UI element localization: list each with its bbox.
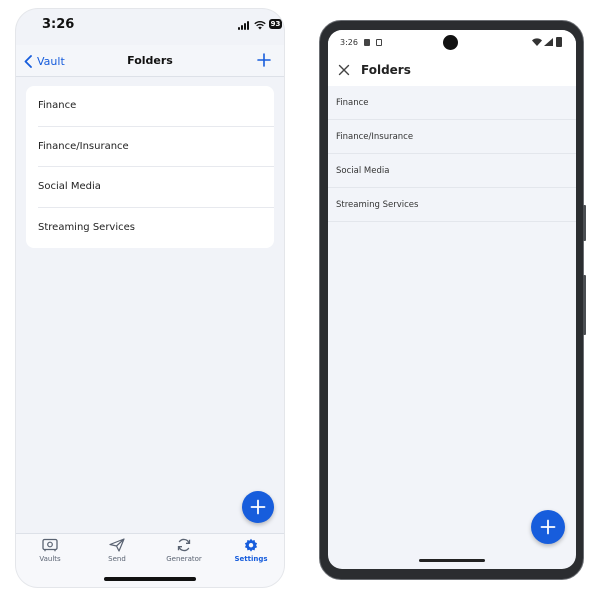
ios-screen: 3:26 93 Vault Folders Finance Finance/In… <box>16 9 284 587</box>
settings-icon <box>244 538 258 552</box>
plus-icon <box>540 519 556 535</box>
ios-status-time: 3:26 <box>42 17 75 32</box>
folder-item[interactable]: Finance <box>328 86 576 120</box>
tab-vaults[interactable]: Vaults <box>17 538 83 563</box>
folder-item[interactable]: Streaming Services <box>328 188 576 222</box>
battery-icon: 93 <box>269 19 282 29</box>
ios-navigation-bar: Vault Folders <box>16 45 284 77</box>
android-status-time: 3:26 <box>340 38 358 47</box>
generator-icon <box>177 538 191 552</box>
close-icon[interactable] <box>338 64 350 76</box>
battery-icon <box>556 37 562 47</box>
tab-send[interactable]: Send <box>84 538 150 563</box>
folder-item[interactable]: Finance/Insurance <box>328 120 576 154</box>
vault-icon <box>42 538 58 552</box>
cellular-signal-icon <box>238 21 251 30</box>
folder-item[interactable]: Social Media <box>38 167 274 208</box>
page-title: Folders <box>361 63 411 77</box>
cellular-signal-icon <box>544 38 553 46</box>
folder-item[interactable]: Finance <box>38 86 274 127</box>
wifi-icon <box>532 38 542 46</box>
notification-icon <box>376 39 382 46</box>
page-title: Folders <box>127 54 173 67</box>
android-top-app-bar: Folders <box>328 56 576 86</box>
add-floating-button[interactable] <box>531 510 565 544</box>
tab-label: Send <box>108 555 126 563</box>
folder-item[interactable]: Finance/Insurance <box>38 127 274 167</box>
tab-label: Settings <box>234 555 268 563</box>
tab-label: Vaults <box>39 555 61 563</box>
ios-status-bar: 3:26 93 <box>16 9 284 41</box>
tab-settings[interactable]: Settings <box>218 538 284 563</box>
folder-list: Finance Finance/Insurance Social Media S… <box>328 86 576 222</box>
home-indicator <box>104 577 196 581</box>
add-folder-button[interactable] <box>256 52 272 68</box>
wifi-icon <box>254 21 266 30</box>
plus-icon <box>250 499 266 515</box>
add-floating-button[interactable] <box>242 491 274 523</box>
tab-generator[interactable]: Generator <box>151 538 217 563</box>
android-screen: 3:26 Folders Finance Finance/Insurance S… <box>328 30 576 569</box>
notification-icon <box>364 39 370 46</box>
folder-item[interactable]: Streaming Services <box>38 208 274 249</box>
power-button <box>583 275 586 335</box>
folder-item[interactable]: Social Media <box>328 154 576 188</box>
android-status-bar: 3:26 <box>328 30 576 56</box>
send-icon <box>109 538 125 552</box>
front-camera <box>443 35 458 50</box>
tab-label: Generator <box>166 555 202 563</box>
folder-list: Finance Finance/Insurance Social Media S… <box>26 86 274 248</box>
stage: 3:26 93 Vault Folders Finance Finance/In… <box>0 0 599 600</box>
volume-button <box>583 205 586 241</box>
gesture-bar <box>419 559 485 562</box>
